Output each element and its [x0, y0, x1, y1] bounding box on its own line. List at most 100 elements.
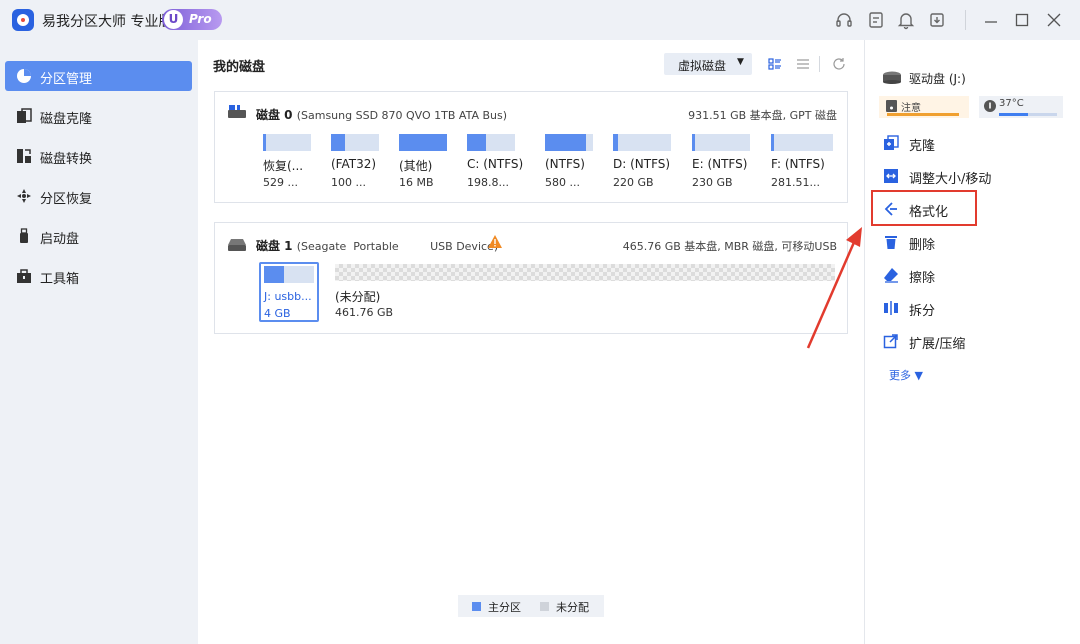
sidebar-item-label: 磁盘转换: [40, 152, 93, 167]
health-label: 注意: [901, 103, 921, 114]
partition-size: 529 ...: [263, 176, 298, 189]
clone-action-icon: [884, 135, 899, 150]
disk-info: 465.76 GB 基本盘, MBR 磁盘, 可移动USB: [622, 240, 837, 253]
usb-disk-icon: [228, 239, 246, 251]
bell-icon[interactable]: [896, 10, 916, 30]
partition-usage-fill: [613, 134, 618, 151]
virtual-disk-dropdown[interactable]: 虚拟磁盘 ▼: [664, 53, 752, 75]
toolbar-divider: [819, 56, 820, 72]
partition-size: 281.51...: [771, 176, 820, 189]
extend-icon: [883, 334, 898, 349]
legend-swatch-primary: [472, 602, 481, 611]
format-highlight-box: [871, 190, 977, 226]
sidebar-item-toolbox[interactable]: 工具箱: [5, 261, 192, 291]
list-view-icon[interactable]: [796, 57, 810, 71]
sidebar-item-boot-disk[interactable]: 启动盘: [5, 221, 192, 251]
chevron-down-icon: ▼: [737, 57, 744, 67]
delete-button[interactable]: 删除: [879, 229, 1049, 255]
temperature-label: 37°C: [999, 98, 1024, 109]
eraser-icon: [884, 268, 898, 283]
partition-name: C: (NTFS): [467, 157, 524, 171]
sidebar-item-label: 工具箱: [40, 272, 80, 287]
toolbox-icon: [17, 269, 31, 283]
pro-badge-letter: U: [164, 10, 183, 29]
feedback-icon[interactable]: [866, 10, 886, 30]
action-label: 扩展/压缩: [909, 337, 966, 352]
partition-usage-fill: [692, 134, 695, 151]
partition-usage-bar: [263, 134, 311, 151]
disk-info: 931.51 GB 基本盘, GPT 磁盘: [688, 109, 837, 122]
temperature-status: 37°C: [979, 96, 1063, 118]
action-label: 克隆: [909, 139, 936, 154]
sidebar-item-disk-clone[interactable]: 磁盘克隆: [5, 101, 192, 131]
sidebar-item-label: 分区管理: [40, 72, 93, 87]
partition-name: (FAT32): [331, 157, 377, 171]
clone-button[interactable]: 克隆: [879, 130, 1049, 156]
maximize-icon[interactable]: [1012, 10, 1032, 30]
health-bar: [887, 113, 959, 116]
disk-health-icon: [886, 100, 897, 112]
download-icon[interactable]: [927, 10, 947, 30]
extend-shrink-button[interactable]: 扩展/压缩: [879, 328, 1049, 354]
virtual-disk-label: 虚拟磁盘: [678, 59, 727, 73]
partition-size: 16 MB: [399, 176, 434, 189]
sidebar-item-disk-convert[interactable]: 磁盘转换: [5, 141, 192, 171]
app-logo-icon: [12, 9, 34, 31]
drive-name: 驱动盘 (J:): [909, 72, 966, 86]
more-actions-link[interactable]: 更多 ▼: [889, 367, 923, 383]
headset-icon[interactable]: [834, 10, 854, 30]
pro-badge-text: Pro: [189, 12, 212, 26]
partition-selected[interactable]: J: usbb... 4 GB: [259, 262, 319, 322]
partition-name: (其他): [399, 159, 433, 173]
ssd-disk-icon: [228, 105, 246, 118]
partition-size: 580 ...: [545, 176, 580, 189]
sidebar-item-partition-recovery[interactable]: 分区恢复: [5, 181, 192, 211]
partition-usage-fill: [771, 134, 774, 151]
titlebar-divider: [965, 10, 966, 30]
pro-badge[interactable]: U Pro: [162, 9, 222, 30]
caret-down-icon: ▼: [914, 369, 923, 382]
warning-icon: [488, 235, 502, 248]
partition-usage-bar: [467, 134, 515, 151]
clone-icon: [17, 108, 32, 123]
disk-card[interactable]: 磁盘 0 (Samsung SSD 870 QVO 1TB ATA Bus) 9…: [214, 91, 848, 203]
legend-label: 未分配: [556, 601, 589, 614]
partition-usage-bar: [613, 134, 671, 151]
resize-move-button[interactable]: 调整大小/移动: [879, 163, 1049, 189]
sidebar-item-label: 分区恢复: [40, 192, 93, 207]
right-panel: 驱动盘 (J:) 注意 37°C 克隆 调整大小/移动 格式化 删除 擦除 拆分…: [864, 40, 1080, 644]
unallocated-bar[interactable]: [335, 264, 835, 281]
refresh-icon[interactable]: [832, 57, 846, 71]
partition-name: F: (NTFS): [771, 157, 825, 171]
partition-size: 461.76 GB: [335, 306, 394, 319]
partition-size: 4 GB: [264, 307, 291, 320]
grid-view-icon[interactable]: [768, 57, 782, 71]
sidebar-item-label: 启动盘: [40, 232, 80, 247]
partition-size: 198.8...: [467, 176, 509, 189]
partition-pie-icon: [17, 69, 31, 83]
disk-model: (Samsung SSD 870 QVO 1TB ATA Bus): [296, 109, 508, 122]
partition-name: 恢复(...: [263, 159, 304, 173]
split-button[interactable]: 拆分: [879, 295, 1049, 321]
sidebar-item-partition-manager[interactable]: 分区管理: [5, 61, 192, 91]
usb-icon: [20, 228, 28, 243]
partition-name: E: (NTFS): [692, 157, 748, 171]
app-title: 易我分区大师 专业版: [42, 14, 173, 30]
close-icon[interactable]: [1044, 10, 1064, 30]
drive-icon: [883, 71, 901, 84]
main-content: 我的磁盘 虚拟磁盘 ▼ 磁盘 0 (Samsung SSD 870 QVO 1T…: [198, 40, 864, 644]
partition-usage-fill: [399, 134, 447, 151]
sidebar: 分区管理 磁盘克隆 磁盘转换 分区恢复 启动盘 工具箱: [0, 40, 198, 644]
partition-name: J: usbb...: [264, 290, 312, 303]
partition-size: 100 ...: [331, 176, 366, 189]
split-icon: [884, 301, 898, 315]
wipe-button[interactable]: 擦除: [879, 262, 1049, 288]
resize-icon: [884, 169, 898, 183]
disk-card[interactable]: 磁盘 1 (Seagate Portable USB Device) 465.7…: [214, 222, 848, 334]
partition-usage-bar: [264, 266, 314, 283]
partition-usage-bar: [692, 134, 750, 151]
partition-size: 230 GB: [692, 176, 733, 189]
partition-name: D: (NTFS): [613, 157, 671, 171]
minimize-icon[interactable]: [981, 10, 1001, 30]
title-bar: 易我分区大师 专业版 U Pro: [0, 0, 1080, 40]
